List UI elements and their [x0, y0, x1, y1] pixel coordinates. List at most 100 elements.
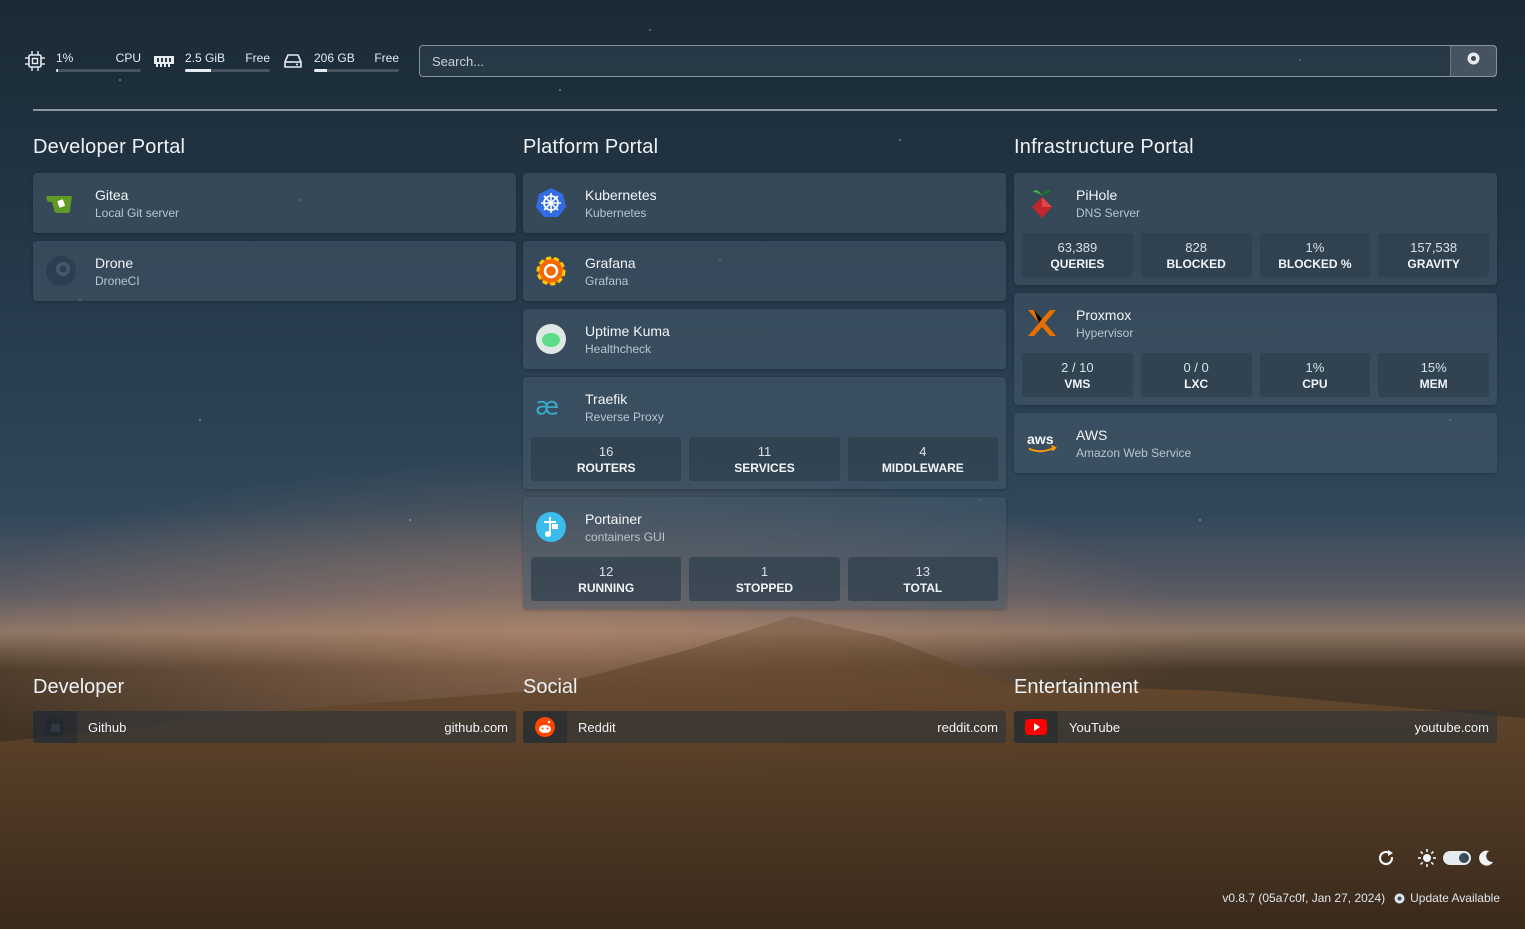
service-description: Kubernetes — [585, 205, 647, 220]
memory-icon — [153, 50, 175, 72]
stat-value: 1% — [1305, 239, 1325, 255]
bookmark-youtube[interactable]: YouTube youtube.com — [1014, 711, 1497, 743]
header-divider — [33, 109, 1497, 111]
stat-vms: 2 / 10 VMS — [1022, 353, 1133, 397]
service-card-proxmox[interactable]: Proxmox Hypervisor 2 / 10 VMS 0 / 0 LXC 1% C… — [1014, 293, 1497, 405]
cpu-widget: 1% CPU — [24, 50, 141, 72]
stat-total: 13 TOTAL — [847, 557, 998, 601]
service-name: Gitea — [95, 186, 129, 203]
service-description: Local Git server — [95, 205, 180, 220]
service-card-traefik[interactable]: æ Traefik Reverse Proxy 16 ROUTERS 11 SERVI… — [523, 377, 1006, 489]
stat-blocked: 828 BLOCKED — [1140, 233, 1252, 277]
top-bar: 1% CPU 2.5 GiB Free 206 GB Free — [24, 45, 1497, 77]
stat-label: GRAVITY — [1407, 256, 1460, 271]
memory-value: 2.5 GiB — [185, 50, 226, 65]
stat-value: 1% — [1305, 359, 1325, 375]
service-card-aws[interactable]: aws AWS Amazon Web Service — [1014, 413, 1497, 473]
service-card-kubernetes[interactable]: Kubernetes Kubernetes — [523, 173, 1006, 233]
stat-value: 4 — [919, 443, 927, 459]
stat-label: SERVICES — [734, 460, 795, 475]
stat-value: 13 — [915, 563, 931, 579]
service-name: AWS — [1076, 426, 1108, 443]
grafana-icon — [535, 255, 567, 287]
bookmark-url: reddit.com — [937, 719, 998, 735]
service-description: containers GUI — [585, 529, 666, 544]
sun-icon[interactable] — [1417, 848, 1437, 868]
moon-icon[interactable] — [1477, 849, 1495, 867]
footer: v0.8.7 (05a7c0f, Jan 27, 2024) Update Av… — [1222, 891, 1500, 905]
stat-label: MEM — [1419, 376, 1448, 391]
stat-stopped: 1 STOPPED — [689, 557, 840, 601]
bookmark-url: youtube.com — [1414, 719, 1489, 735]
cpu-bar — [56, 68, 141, 72]
stat-value: 12 — [598, 563, 614, 579]
service-card-drone[interactable]: Drone DroneCI — [33, 241, 516, 301]
stat-value: 63,389 — [1057, 239, 1098, 255]
cpu-bar-fill — [56, 68, 58, 72]
stat-gravity: 157,538 GRAVITY — [1378, 233, 1489, 277]
drone-icon — [45, 255, 77, 287]
disk-widget: 206 GB Free — [282, 50, 399, 72]
service-group-infrastructure-portal: Infrastructure Portal PiHole DNS Server 6… — [1014, 136, 1497, 481]
stat-value: 828 — [1185, 239, 1207, 255]
search-input[interactable] — [420, 53, 1450, 69]
service-name: Uptime Kuma — [585, 322, 670, 339]
uptime-kuma-icon — [535, 323, 567, 355]
bookmark-reddit[interactable]: Reddit reddit.com — [523, 711, 1006, 743]
service-name: Traefik — [585, 390, 628, 407]
stat-running: 12 RUNNING — [531, 557, 682, 601]
service-group-developer-portal: Developer Portal Gitea Local Git server D… — [33, 136, 516, 309]
stat-label: CPU — [1302, 376, 1328, 391]
service-description: Hypervisor — [1076, 325, 1134, 340]
service-group-platform-portal: Platform Portal Kubernetes Kubernetes Gra… — [523, 136, 1006, 617]
portainer-icon — [535, 511, 567, 543]
stat-label: QUERIES — [1050, 256, 1105, 271]
stat-value: 1 — [760, 563, 769, 579]
update-icon — [1394, 893, 1405, 904]
update-available-link[interactable]: Update Available — [1410, 891, 1500, 905]
service-description: Amazon Web Service — [1076, 445, 1192, 460]
service-stats: 12 RUNNING 1 STOPPED 13 TOTAL — [531, 557, 998, 601]
bookmark-group-developer: Developer Github github.com — [33, 676, 516, 743]
stat-value: 157,538 — [1410, 239, 1458, 255]
search-provider-icon — [1467, 52, 1480, 70]
service-card-uptime-kuma[interactable]: Uptime Kuma Healthcheck — [523, 309, 1006, 369]
footer-controls — [1377, 848, 1495, 868]
bookmark-name: Reddit — [578, 719, 616, 735]
group-title: Platform Portal — [523, 136, 659, 158]
service-name: PiHole — [1076, 186, 1118, 203]
svg-text:aws: aws — [1027, 431, 1054, 447]
stat-label: LXC — [1184, 376, 1209, 391]
bookmark-group-social: Social Reddit reddit.com — [523, 676, 1006, 743]
bookmark-url: github.com — [444, 719, 508, 735]
stat-label: STOPPED — [735, 580, 794, 595]
stat-queries: 63,389 QUERIES — [1022, 233, 1133, 277]
hard-drive-icon — [282, 50, 304, 72]
stat-services: 11 SERVICES — [689, 437, 840, 481]
stat-value: 16 — [598, 443, 614, 459]
search-provider-button[interactable] — [1450, 46, 1496, 76]
refresh-icon[interactable] — [1377, 849, 1395, 867]
disk-value: 206 GB — [314, 50, 355, 65]
bookmark-github[interactable]: Github github.com — [33, 711, 516, 743]
service-card-portainer[interactable]: Portainer containers GUI 12 RUNNING 1 STOPP… — [523, 497, 1006, 609]
stat-middleware: 4 MIDDLEWARE — [847, 437, 998, 481]
stat-mem: 15% MEM — [1378, 353, 1489, 397]
memory-bar-fill — [185, 68, 211, 72]
stat-label: VMS — [1064, 376, 1091, 391]
cpu-label: CPU — [115, 50, 141, 65]
theme-toggle[interactable] — [1443, 851, 1471, 865]
group-title: Infrastructure Portal — [1014, 136, 1194, 158]
service-card-pihole[interactable]: PiHole DNS Server 63,389 QUERIES 828 BLOCKE… — [1014, 173, 1497, 285]
service-description: Healthcheck — [585, 341, 652, 356]
bookmark-name: YouTube — [1069, 719, 1121, 735]
service-name: Grafana — [585, 254, 636, 271]
memory-bar — [185, 68, 270, 72]
stat-label: BLOCKED — [1166, 256, 1226, 271]
traefik-icon: æ — [535, 391, 567, 423]
service-card-gitea[interactable]: Gitea Local Git server — [33, 173, 516, 233]
group-title: Developer — [33, 676, 125, 698]
service-description: DNS Server — [1076, 205, 1141, 220]
service-card-grafana[interactable]: Grafana Grafana — [523, 241, 1006, 301]
service-name: Drone — [95, 254, 134, 271]
